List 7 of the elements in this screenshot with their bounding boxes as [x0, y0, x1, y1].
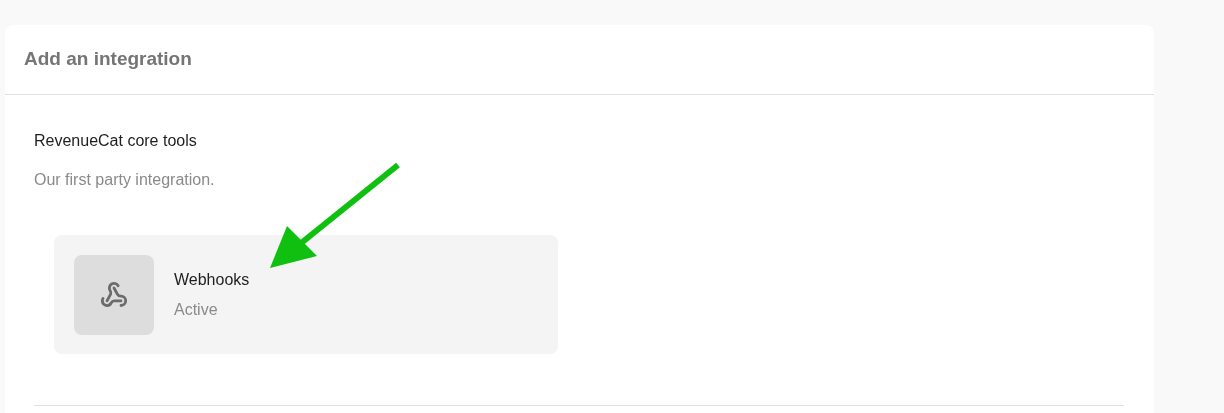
section-subtitle: Our first party integration. — [34, 170, 216, 190]
panel-title: Add an integration — [24, 47, 192, 72]
integration-name: Webhooks — [174, 269, 250, 290]
section-title: RevenueCat core tools — [34, 131, 198, 151]
integration-status: Active — [174, 299, 219, 320]
webhook-icon — [100, 280, 128, 309]
integration-card[interactable]: Webhooks Active — [54, 235, 558, 354]
